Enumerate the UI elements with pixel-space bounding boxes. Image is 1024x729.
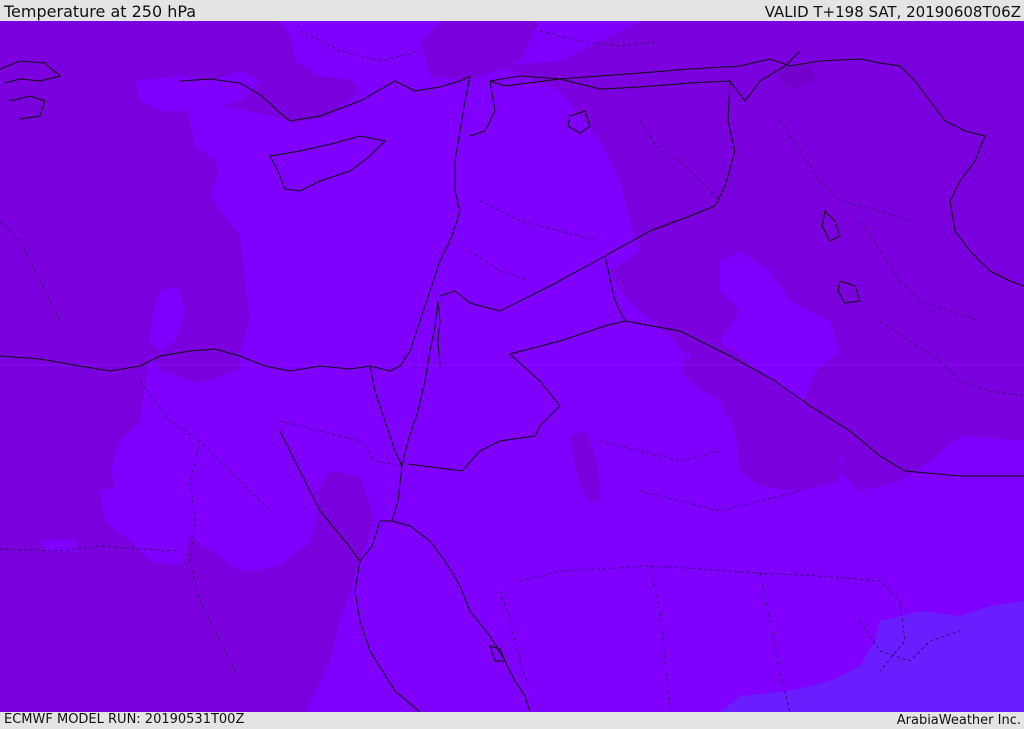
weather-map[interactable] <box>0 21 1024 712</box>
credit-label: ArabiaWeather Inc. <box>896 713 1021 728</box>
footer-bar: ECMWF MODEL RUN: 20190531T00Z ArabiaWeat… <box>0 712 1024 729</box>
map-canvas <box>0 21 1024 712</box>
map-title: Temperature at 250 hPa <box>4 2 197 21</box>
header-bar: Temperature at 250 hPa VALID T+198 SAT, … <box>0 0 1024 21</box>
model-run-label: ECMWF MODEL RUN: 20190531T00Z <box>4 712 245 727</box>
valid-time: VALID T+198 SAT, 20190608T06Z <box>764 3 1021 21</box>
